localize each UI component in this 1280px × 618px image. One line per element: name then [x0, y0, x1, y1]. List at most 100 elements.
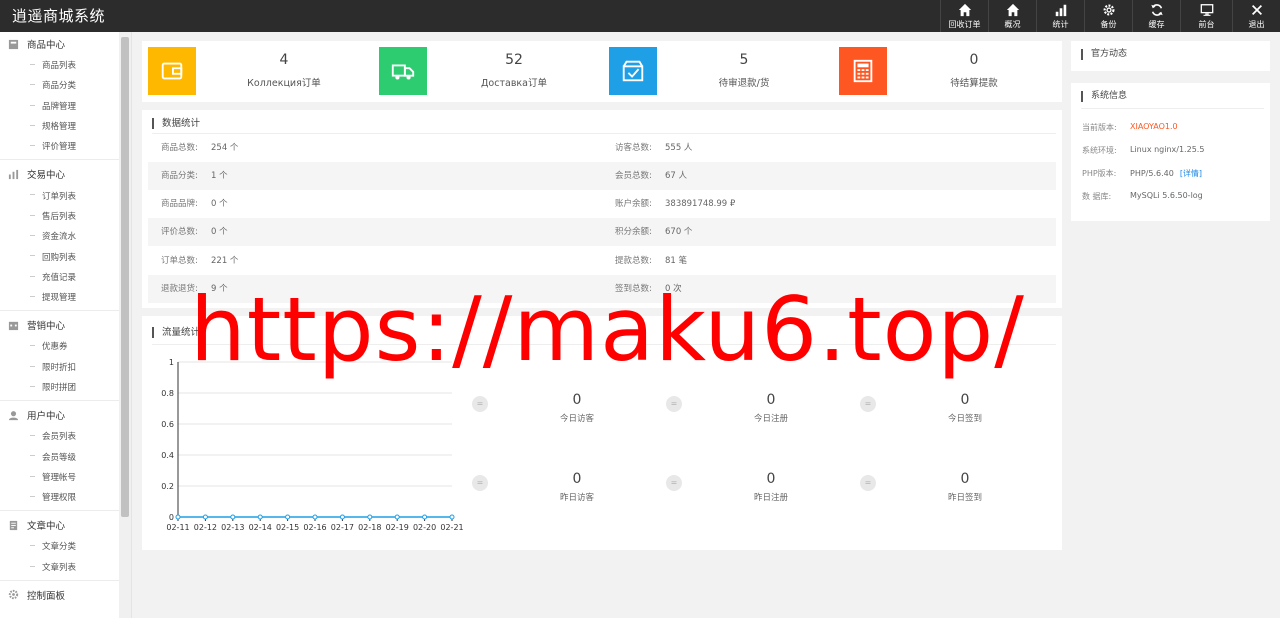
sidebar-item[interactable]: 提现管理: [0, 287, 131, 307]
info-key: PHP版本:: [1082, 169, 1117, 178]
nav-recycle-orders[interactable]: 回收订单: [940, 0, 988, 32]
stat-box[interactable]: [839, 47, 887, 95]
stats-row: 商品分类: 1 个 会员总数: 67 人: [148, 162, 1056, 190]
divider: [1081, 108, 1264, 109]
sidebar-item-label: 提现管理: [42, 293, 77, 304]
section-title: 官方动态: [1081, 49, 1127, 60]
stat-label: 昨日访客: [559, 493, 594, 503]
sidebar-group-head[interactable]: 控制面板: [0, 584, 131, 606]
traffic-line-chart: 0 0.2 0.4 0.6 0.8 1 02-11 02-12 02-13 02-14 02-15 0…: [161, 358, 463, 532]
stat-key: 积分余额:: [615, 227, 652, 237]
nav-overview[interactable]: 概况: [988, 0, 1036, 32]
sidebar-item[interactable]: 评价管理: [0, 136, 131, 156]
nav-cache[interactable]: 缓存: [1132, 0, 1180, 32]
trade-chart-icon: [8, 169, 19, 180]
stat-label: 今日访客: [559, 414, 594, 424]
sidebar-item[interactable]: 回购列表: [0, 246, 131, 266]
divider: [152, 344, 1056, 345]
sidebar-item[interactable]: 售后列表: [0, 206, 131, 226]
sidebar-item[interactable]: 文章分类: [0, 536, 131, 556]
stat-val: 555 人: [665, 143, 693, 153]
x-tick-label: 02-19: [386, 523, 409, 532]
official-news-card: 官方动态: [1071, 41, 1270, 71]
sidebar-item[interactable]: 文章列表: [0, 557, 131, 577]
calculator-icon: [853, 59, 873, 83]
data-stats-card: 数据统计 商品总数: 254 个 访客总数: 555 人 商品分类: 1 个 会员总数…: [142, 110, 1062, 308]
nav-frontend[interactable]: 前台: [1180, 0, 1232, 32]
equal-badge: =: [860, 396, 876, 412]
stat-val: 221 个: [211, 256, 239, 266]
sidebar-group-head[interactable]: 营销中心: [0, 314, 131, 336]
sidebar-item-label: 优惠券: [42, 342, 68, 353]
info-row: 系统环境: Linux nginx/1.25.5: [1082, 145, 1204, 156]
stats-card: 4 Коллекция订单 52 Доставка订单 5 待审退款/货 0 待…: [142, 41, 1062, 102]
nav-statistics[interactable]: 统计: [1036, 0, 1084, 32]
sidebar-item-label: 管理帐号: [42, 472, 77, 483]
sidebar-item[interactable]: 订单列表: [0, 185, 131, 205]
info-key: 系统环境:: [1082, 146, 1117, 155]
marketing-icon: [8, 321, 19, 330]
stat-val: 0 个: [211, 199, 228, 209]
info-value: MySQLi 5.6.50-log: [1130, 191, 1203, 200]
sidebar-item[interactable]: 商品分类: [0, 75, 131, 95]
sidebar-group-marketing: 营销中心 优惠券 限时折扣 限时拼团: [0, 314, 131, 402]
stat-today-checkins: = 0 今日签到: [860, 392, 1060, 432]
stat-value: 0: [572, 471, 582, 487]
sidebar-item[interactable]: 限时拼团: [0, 377, 131, 397]
equal-badge: =: [472, 475, 488, 491]
x-tick-label: 02-14: [249, 523, 272, 532]
sidebar-item-label: 订单列表: [42, 191, 77, 202]
sidebar-item[interactable]: 资金流水: [0, 226, 131, 246]
sidebar-group-head[interactable]: 文章中心: [0, 514, 131, 536]
sidebar-item[interactable]: 限时折扣: [0, 357, 131, 377]
nav-label: 前台: [1198, 19, 1215, 29]
sidebar-item[interactable]: 规格管理: [0, 116, 131, 136]
x-tick-label: 02-11: [166, 523, 189, 532]
nav-logout[interactable]: 退出: [1232, 0, 1280, 32]
data-point: [394, 514, 400, 520]
sidebar-item[interactable]: 管理帐号: [0, 467, 131, 487]
stat-key: 商品总数:: [161, 143, 198, 153]
stat-val: 1 个: [211, 171, 228, 181]
nav-label: 缓存: [1148, 19, 1165, 29]
stat-key: 退款退货:: [161, 284, 198, 294]
product-icon: [8, 39, 19, 49]
stat-val: 81 笔: [665, 256, 688, 266]
stat-key: 会员总数:: [615, 171, 652, 181]
x-tick-label: 02-21: [440, 523, 463, 532]
sidebar-item-label: 文章列表: [42, 562, 77, 573]
stat-box[interactable]: [148, 47, 196, 95]
sidebar-item[interactable]: 充值记录: [0, 267, 131, 287]
y-tick-label: 0.4: [161, 451, 174, 460]
sidebar-group-head[interactable]: 商品中心: [0, 33, 131, 55]
sidebar-item[interactable]: 优惠券: [0, 336, 131, 356]
stats-row: 商品品牌: 0 个 账户余额: 383891748.99 ₽: [148, 190, 1056, 218]
sidebar-group-head[interactable]: 用户中心: [0, 404, 131, 426]
sidebar-item[interactable]: 商品列表: [0, 55, 131, 75]
x-tick-label: 02-15: [276, 523, 299, 532]
stat-value: 0: [766, 471, 776, 487]
stat-val: 67 人: [665, 171, 688, 181]
nav-backup[interactable]: 备份: [1084, 0, 1132, 32]
details-link[interactable]: [详情]: [1180, 169, 1202, 178]
home-icon: [958, 3, 971, 16]
stat-box[interactable]: [379, 47, 427, 95]
sidebar-group-users: 用户中心 会员列表 会员等级 管理帐号 管理权限: [0, 404, 131, 512]
traffic-card: 流量统计 0 0.2 0.4 0.6 0.8 1 02-11 02-12 02-13 02-14 0…: [142, 316, 1062, 550]
refresh-icon: [1150, 3, 1163, 16]
sidebar-item[interactable]: 品牌管理: [0, 96, 131, 116]
sidebar-group-trade: 交易中心 订单列表 售后列表 资金流水 回购列表 充值记录 提现管理: [0, 163, 131, 312]
stat-val: 0 次: [665, 284, 682, 294]
sidebar-group-articles: 文章中心 文章分类 文章列表: [0, 514, 131, 581]
sidebar-item[interactable]: 管理权限: [0, 487, 131, 507]
stat-box[interactable]: [609, 47, 657, 95]
stat-value: 0: [960, 471, 970, 487]
sidebar-item[interactable]: 会员等级: [0, 446, 131, 466]
sidebar-item[interactable]: 会员列表: [0, 426, 131, 446]
stat-key: 签到总数:: [615, 284, 652, 294]
sidebar-group-head[interactable]: 交易中心: [0, 163, 131, 185]
info-value: Linux nginx/1.25.5: [1130, 145, 1205, 154]
x-tick-label: 02-12: [194, 523, 217, 532]
article-icon: [9, 520, 18, 530]
stats-row: 商品总数: 254 个 访客总数: 555 人: [148, 134, 1056, 162]
